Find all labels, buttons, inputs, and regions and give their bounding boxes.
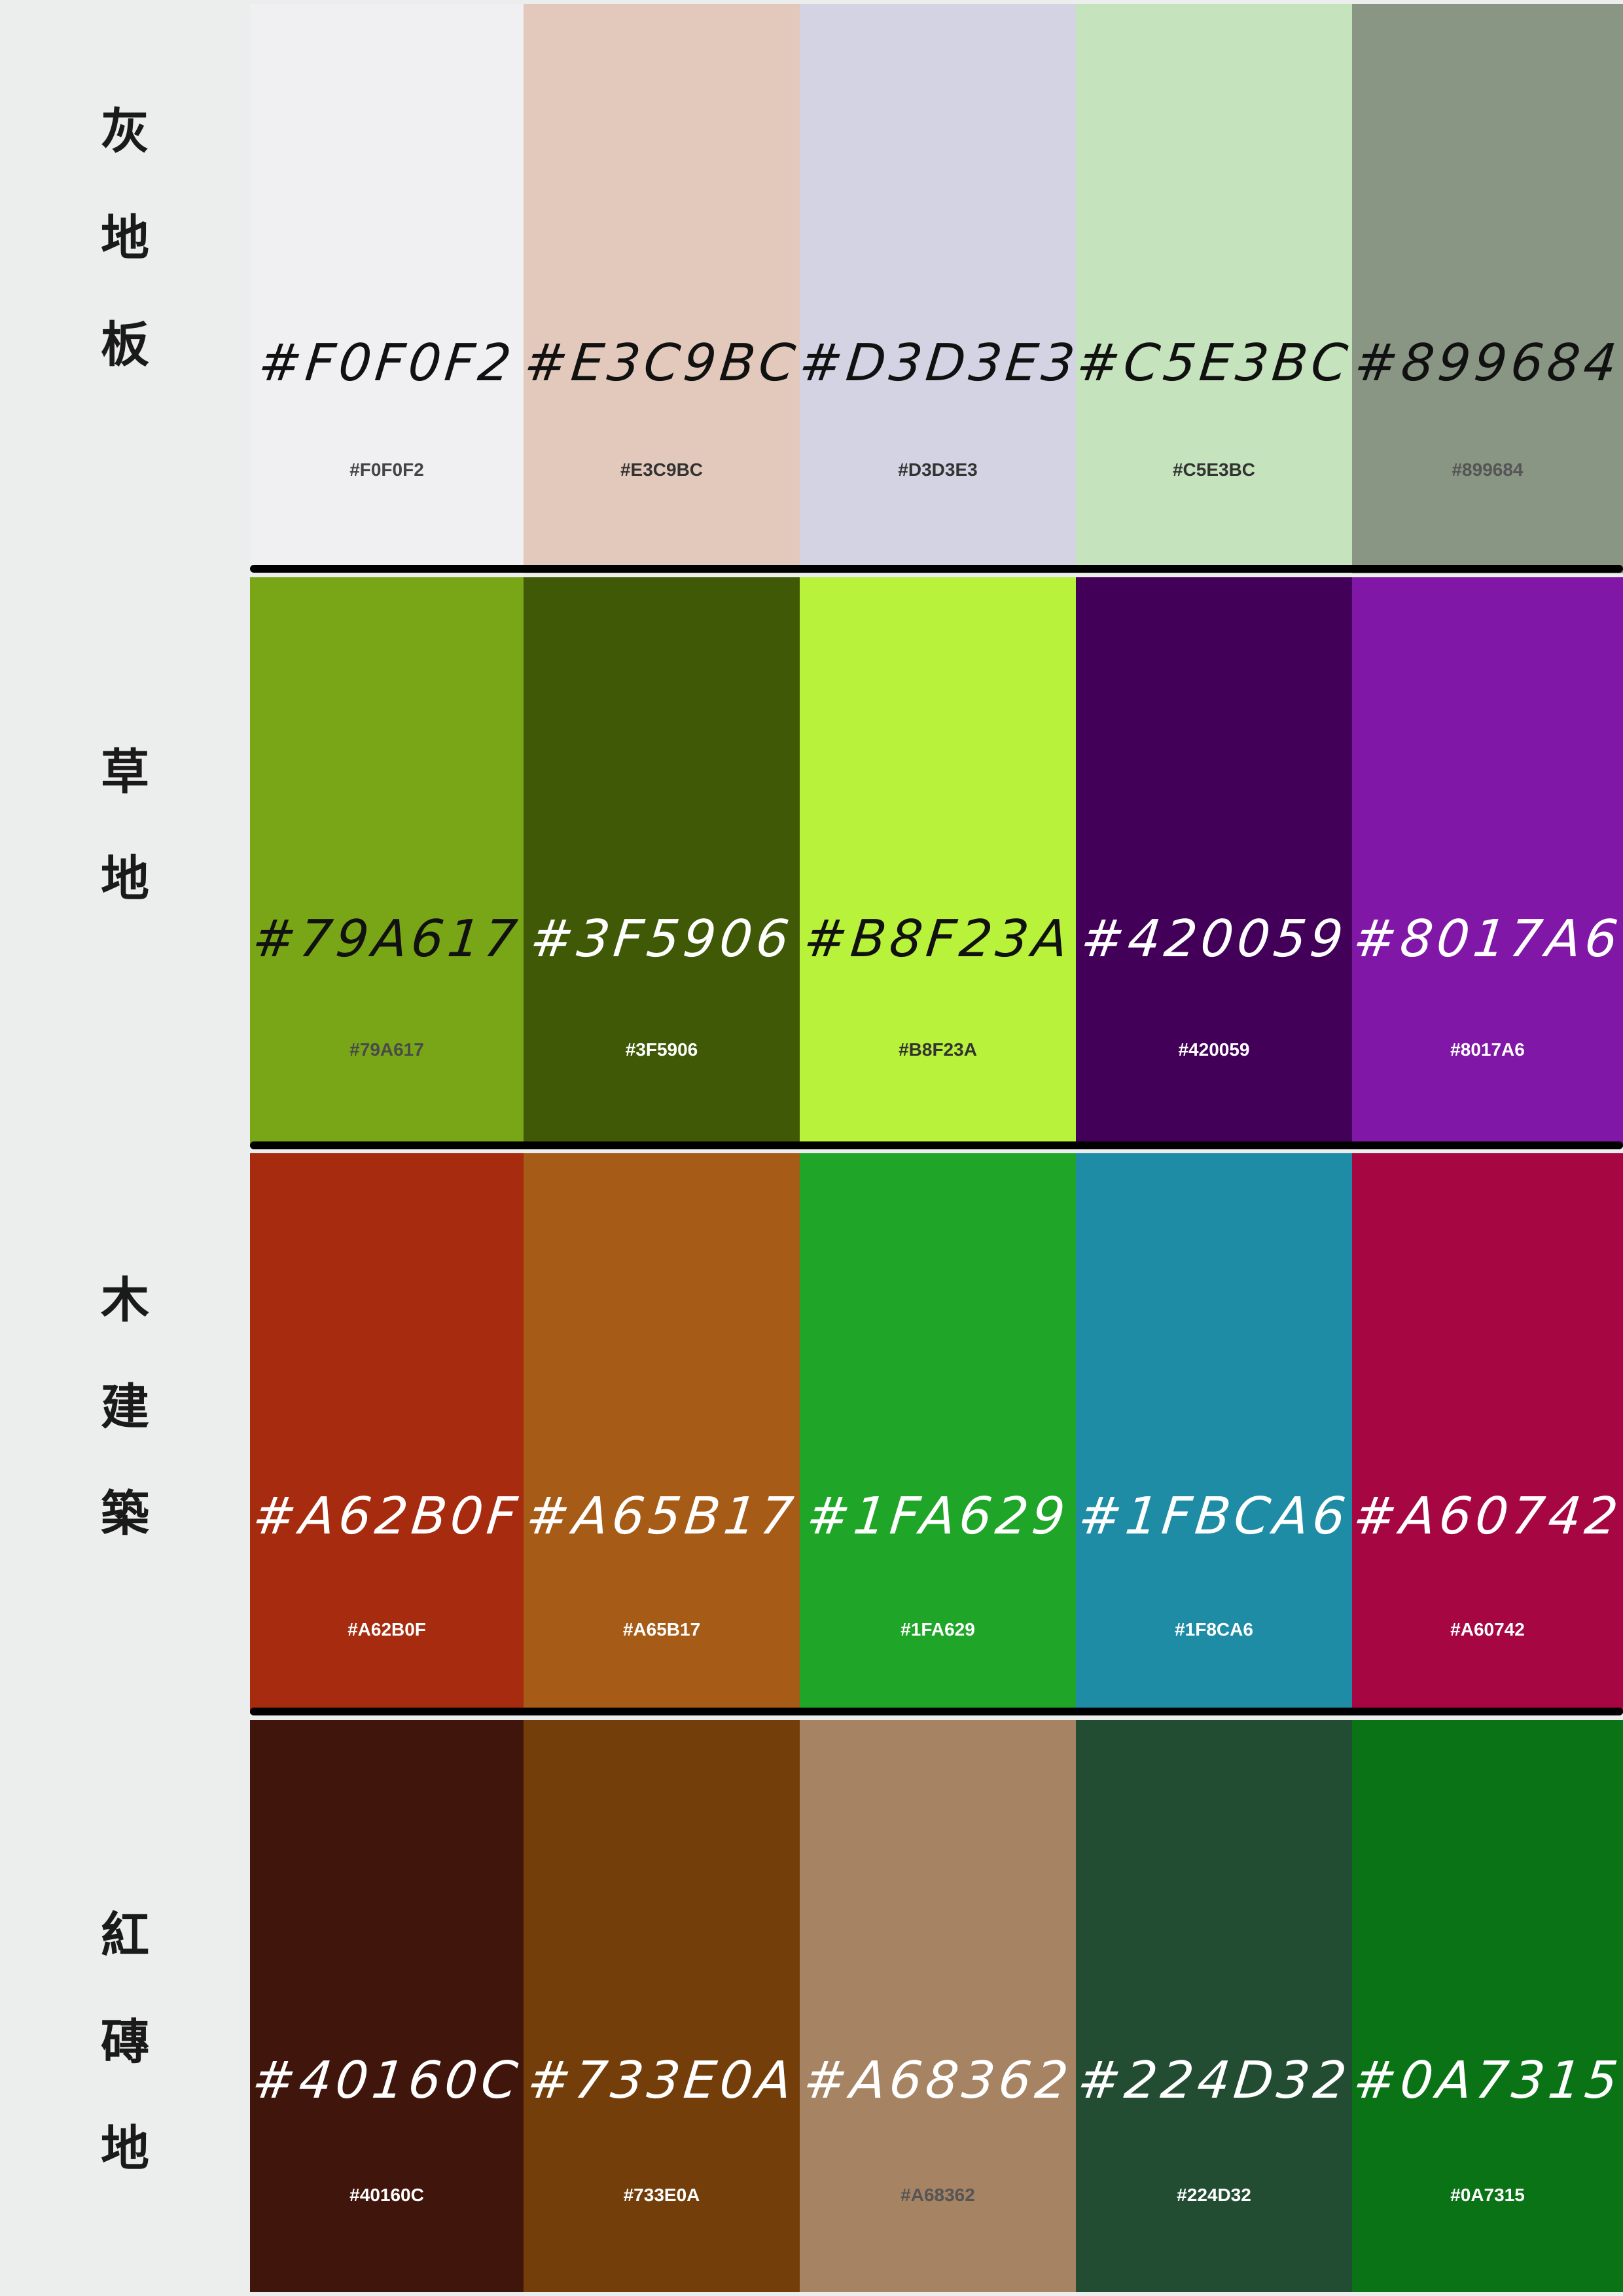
hex-code-label: #899684: [1452, 459, 1524, 480]
color-swatch: #3F5906 #3F5906: [524, 577, 800, 1147]
color-swatch: #40160C #40160C: [249, 1720, 524, 2292]
handwritten-hex: #224D32: [1075, 2051, 1353, 2110]
handwritten-hex: #733E0A: [525, 2051, 798, 2110]
color-swatch: #D3D3E3 #D3D3E3: [796, 4, 1081, 573]
handwritten-hex: #0A7315: [1350, 2051, 1623, 2110]
hex-code-label: #A65B17: [622, 1619, 701, 1640]
handwritten-hex: #420059: [1078, 910, 1350, 969]
hex-code-label: #A68362: [901, 2185, 975, 2205]
color-swatch: #79A617 #79A617: [250, 577, 524, 1147]
row-label: 木建築: [0, 1247, 250, 1568]
hex-code-label: #40160C: [349, 2185, 424, 2205]
color-swatch: #733E0A #733E0A: [524, 1720, 800, 2292]
hex-code-label: #1F8CA6: [1175, 1619, 1253, 1640]
handwritten-hex: #F0F0F2: [255, 334, 518, 393]
color-swatch: #F0F0F2 #F0F0F2: [250, 4, 524, 573]
color-swatch: #8017A6 #8017A6: [1350, 577, 1623, 1147]
handwritten-hex: #D3D3E3: [796, 334, 1082, 393]
color-swatch: #0A7315 #0A7315: [1350, 1720, 1623, 2292]
color-swatch: #1FA629 #1FA629: [800, 1153, 1076, 1713]
hex-code-label: #3F5906: [625, 1039, 698, 1060]
hex-code-label: #A60742: [1450, 1619, 1525, 1640]
row-divider: [250, 565, 1623, 573]
row-divider: [250, 1141, 1623, 1149]
swatch-row: #A62B0F #A62B0F #A65B17 #A65B17 #1FA629 #1FA6…: [250, 1153, 1623, 1713]
hex-code-label: #F0F0F2: [349, 459, 424, 480]
row-label: 灰地板: [0, 79, 250, 399]
color-swatch: #A60742 #A60742: [1350, 1153, 1623, 1713]
row-label-char: 灰: [101, 103, 149, 160]
color-swatch: #899684 #899684: [1352, 4, 1623, 573]
row-label-char: 築: [101, 1485, 149, 1542]
row-label-char: 地: [101, 210, 149, 266]
row-label-char: 磚: [101, 2013, 149, 2070]
color-swatch-grid: #F0F0F2 #F0F0F2 #E3C9BC #E3C9BC #D3D3E3 #D3D3…: [249, 4, 1623, 2296]
color-swatch: #224D32 #224D32: [1075, 1720, 1353, 2292]
hex-code-label: #C5E3BC: [1172, 459, 1256, 480]
row-label-char: 地: [101, 851, 149, 907]
handwritten-hex: #3F5906: [527, 910, 796, 969]
row-label: 紅磚地: [0, 1882, 250, 2202]
handwritten-hex: #1FA629: [804, 1487, 1072, 1546]
row-label-char: 草: [101, 744, 149, 800]
color-swatch: #1FBCA6 #1F8CA6: [1076, 1153, 1352, 1713]
handwritten-hex: #8017A6: [1350, 910, 1623, 969]
handwritten-hex: #E3C9BC: [522, 334, 802, 393]
hex-code-label: #0A7315: [1450, 2185, 1525, 2205]
handwritten-hex: #40160C: [249, 2051, 524, 2110]
hex-code-label: #79A617: [349, 1039, 424, 1060]
handwritten-hex: #79A617: [249, 910, 524, 969]
handwritten-hex: #A60742: [1350, 1487, 1623, 1546]
color-swatch: #420059 #420059: [1076, 577, 1352, 1147]
handwritten-hex: #A65B17: [523, 1487, 800, 1546]
hex-code-label: #733E0A: [623, 2185, 700, 2205]
color-swatch: #A68362 #A68362: [800, 1720, 1076, 2292]
hex-code-label: #420059: [1178, 1039, 1250, 1060]
hex-code-label: #8017A6: [1450, 1039, 1525, 1060]
hex-code-label: #A62B0F: [348, 1619, 426, 1640]
row-label-char: 紅: [101, 1907, 149, 1964]
swatch-row: #40160C #40160C #733E0A #733E0A #A68362 #A683…: [249, 1720, 1623, 2292]
row-label-char: 木: [101, 1272, 149, 1329]
hex-code-label: #1FA629: [901, 1619, 975, 1640]
row-label-char: 建: [101, 1378, 149, 1435]
handwritten-hex: #899684: [1351, 334, 1623, 393]
handwritten-hex: #C5E3BC: [1074, 334, 1354, 393]
handwritten-hex: #1FBCA6: [1075, 1487, 1353, 1546]
color-swatch: #E3C9BC #E3C9BC: [522, 4, 802, 573]
handwritten-hex: #A68362: [800, 2051, 1075, 2110]
row-divider: [250, 1708, 1623, 1715]
swatch-row: #79A617 #79A617 #3F5906 #3F5906 #B8F23A #B8F2…: [250, 577, 1623, 1147]
row-label-char: 地: [101, 2120, 149, 2177]
handwritten-hex: #B8F23A: [801, 910, 1075, 969]
hex-code-label: #E3C9BC: [620, 459, 704, 480]
color-swatch: #A65B17 #A65B17: [524, 1153, 800, 1713]
row-label-char: 板: [101, 317, 149, 373]
color-swatch: #B8F23A #B8F23A: [800, 577, 1076, 1147]
swatch-row: #F0F0F2 #F0F0F2 #E3C9BC #E3C9BC #D3D3E3 #D3D3…: [250, 4, 1623, 573]
color-swatch: #C5E3BC #C5E3BC: [1074, 4, 1354, 573]
handwritten-hex: #A62B0F: [250, 1487, 524, 1546]
hex-code-label: #224D32: [1177, 2185, 1251, 2205]
color-swatch: #A62B0F #A62B0F: [250, 1153, 524, 1713]
row-label: 草地: [0, 719, 250, 933]
hex-code-label: #B8F23A: [899, 1039, 977, 1060]
hex-code-label: #D3D3E3: [898, 459, 978, 480]
